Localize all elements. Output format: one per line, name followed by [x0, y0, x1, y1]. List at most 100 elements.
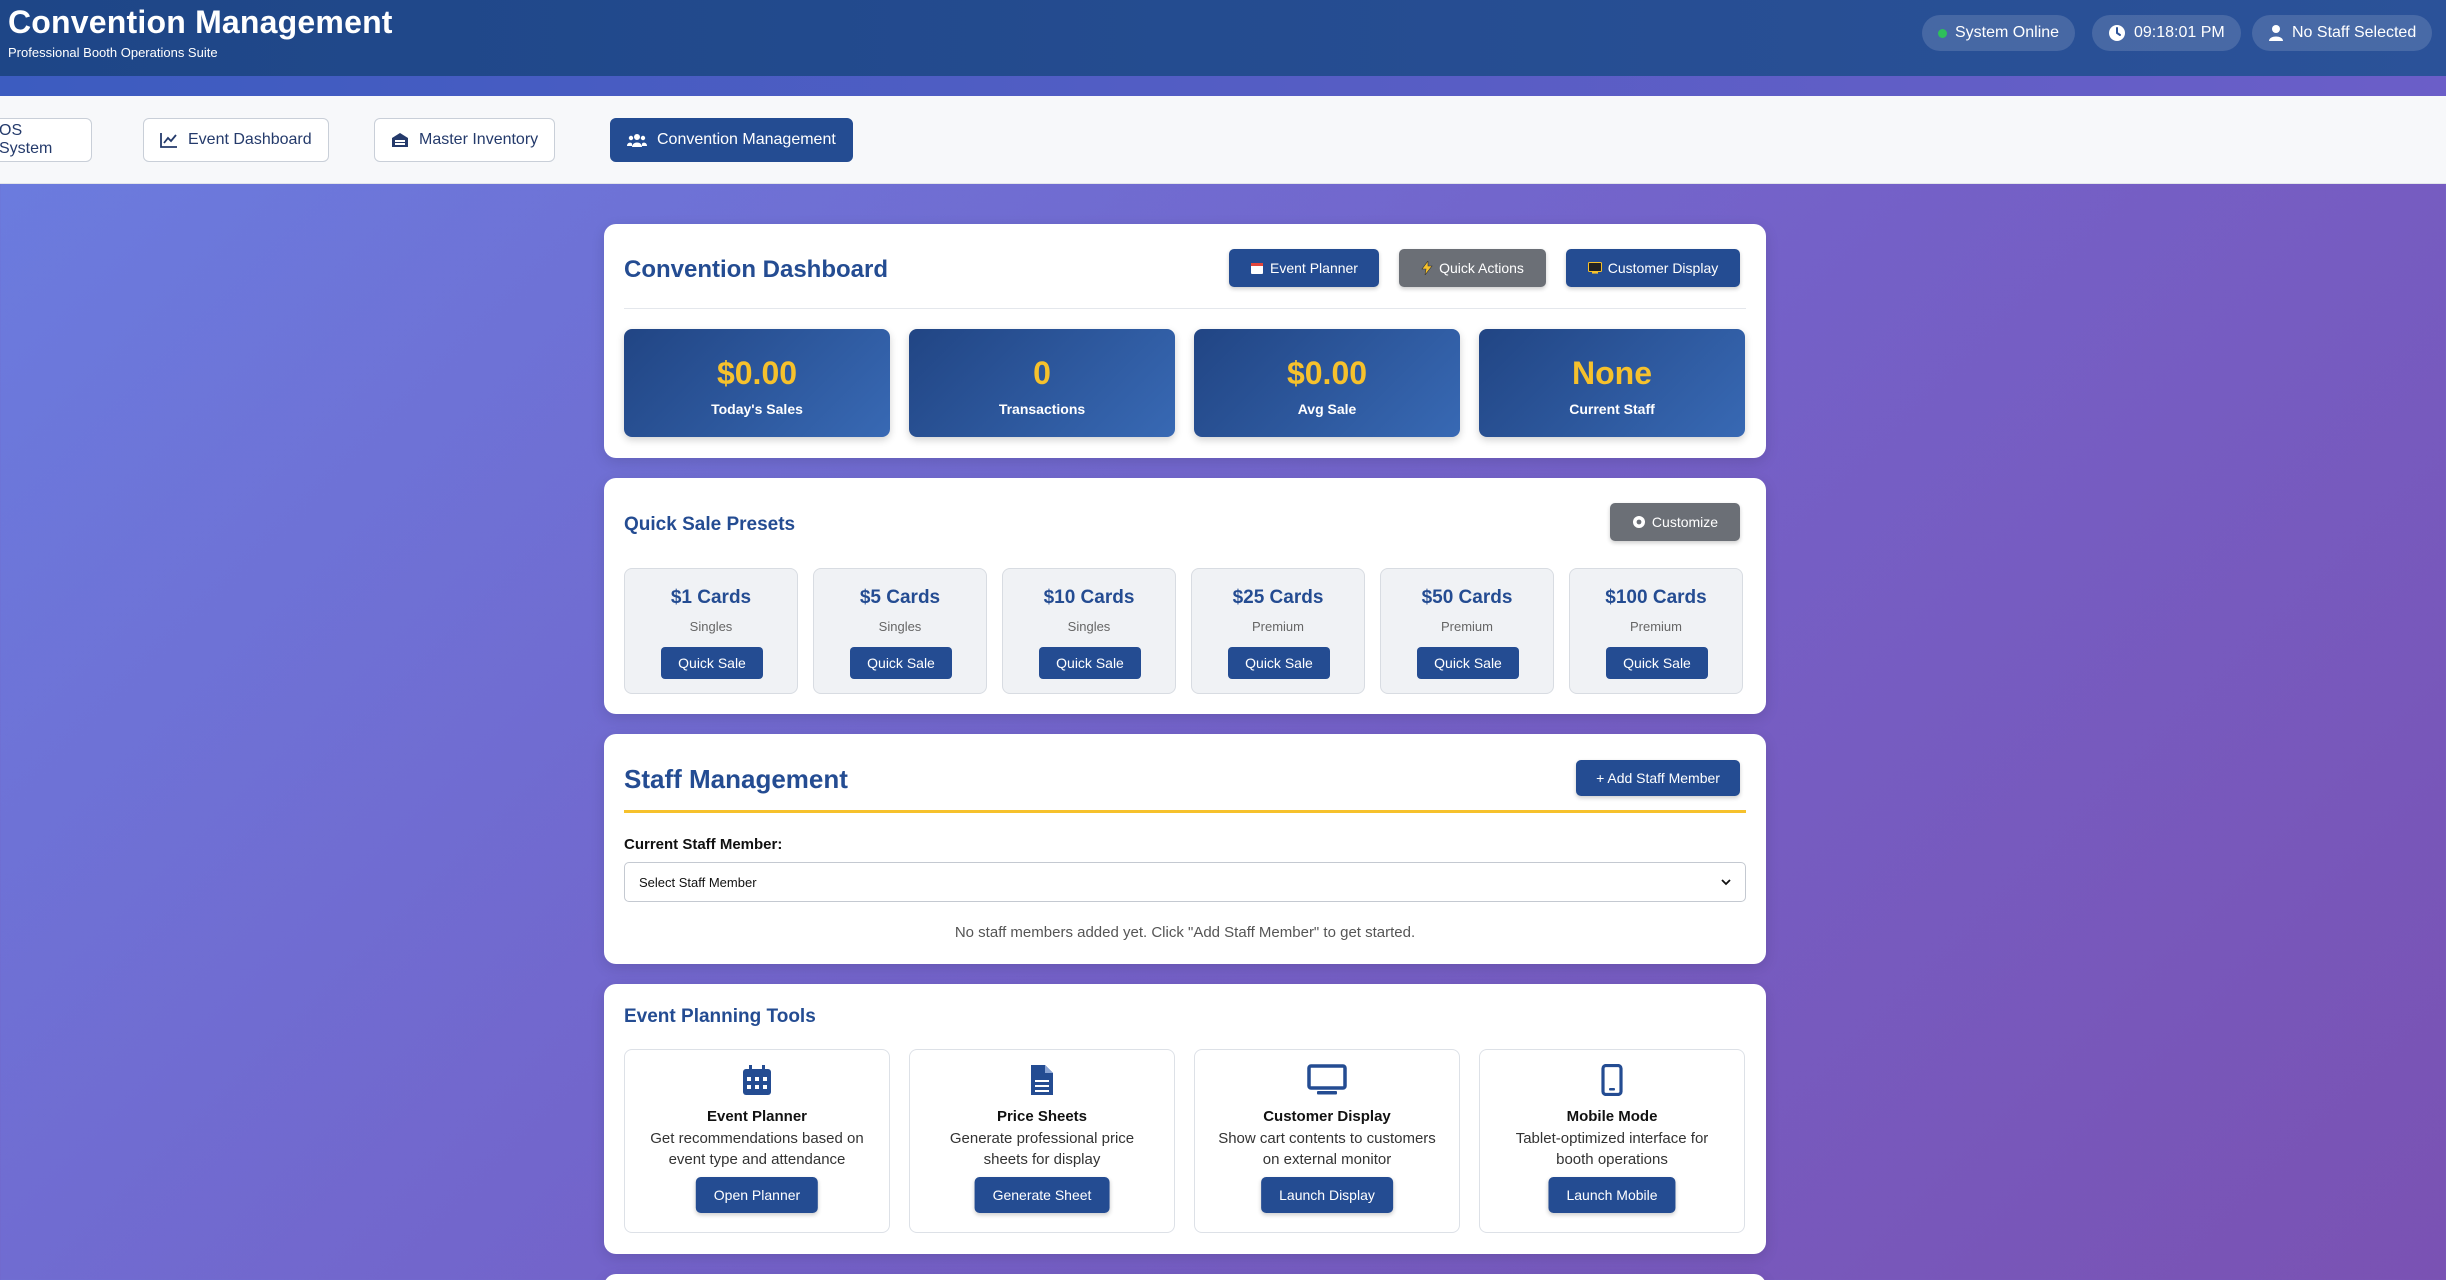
nav-convention-management-label: Convention Management — [657, 131, 836, 148]
mobile-icon — [1601, 1064, 1623, 1096]
customer-display-button-label: Customer Display — [1607, 260, 1719, 276]
stat-value: None — [1572, 355, 1652, 391]
event-planner-button-label: Event Planner — [1270, 260, 1358, 276]
preset-name: $10 Cards — [1043, 587, 1135, 608]
staff-title-underline — [624, 810, 1746, 813]
quick-actions-button[interactable]: Quick Actions — [1399, 249, 1546, 287]
users-icon — [627, 134, 647, 147]
staff-select[interactable]: Select Staff Member — [624, 862, 1746, 902]
tool-card-price-sheets: Price Sheets Generate professional price… — [909, 1049, 1175, 1233]
launch-display-button[interactable]: Launch Display — [1261, 1177, 1393, 1213]
staff-select-value: Select Staff Member — [639, 874, 757, 890]
dashboard-title: Convention Dashboard — [624, 256, 889, 283]
next-section-card — [604, 1274, 1766, 1280]
preset-card: $5 Cards Singles Quick Sale — [813, 568, 987, 694]
quick-sale-button[interactable]: Quick Sale — [850, 647, 952, 679]
header-accent-strip — [0, 76, 2446, 96]
event-planning-tools-card: Event Planning Tools Event Planner Get r… — [604, 984, 1766, 1254]
tool-description-line: Tablet-optimized interface for — [1515, 1130, 1709, 1147]
nav-master-inventory[interactable]: Master Inventory — [374, 118, 556, 162]
preset-card: $50 Cards Premium Quick Sale — [1380, 568, 1554, 694]
preset-name: $50 Cards — [1421, 587, 1513, 608]
preset-category: Singles — [1067, 619, 1111, 634]
stat-todays-sales: $0.00 Today's Sales — [624, 329, 890, 437]
nav-event-dashboard[interactable]: Event Dashboard — [143, 118, 329, 162]
tool-name: Mobile Mode — [1566, 1108, 1658, 1125]
add-staff-button[interactable]: + Add Staff Member — [1576, 760, 1740, 796]
quick-sale-button[interactable]: Quick Sale — [1417, 647, 1519, 679]
tool-icon-wrap — [910, 1064, 1174, 1096]
staff-badge: No Staff Selected — [2252, 15, 2433, 51]
nav-os-system[interactable]: OS System — [0, 118, 92, 162]
convention-dashboard-card: Convention Dashboard Event Planner Quick… — [604, 224, 1766, 458]
tool-icon-wrap — [1480, 1064, 1744, 1096]
tool-description-line: event type and attendance — [668, 1151, 846, 1168]
system-status-text: System Online — [1955, 24, 2060, 41]
tool-name: Event Planner — [706, 1108, 808, 1125]
tool-description: Tablet-optimized interface for booth ope… — [1494, 1128, 1730, 1170]
preset-category: Singles — [878, 619, 922, 634]
event-planner-button[interactable]: Event Planner — [1229, 249, 1379, 287]
tool-name: Price Sheets — [996, 1108, 1088, 1125]
app-title: Convention Management — [8, 4, 393, 40]
tool-description-line: Generate professional price — [949, 1130, 1135, 1147]
customize-button[interactable]: Customize — [1610, 503, 1740, 541]
quick-sale-button[interactable]: Quick Sale — [661, 647, 763, 679]
tool-description-line: on external monitor — [1262, 1151, 1392, 1168]
tv-icon — [1587, 262, 1602, 274]
staff-badge-text: No Staff Selected — [2292, 24, 2417, 41]
staff-management-card: Staff Management + Add Staff Member Curr… — [604, 734, 1766, 964]
quick-sale-button[interactable]: Quick Sale — [1039, 647, 1141, 679]
clock-text: 09:18:01 PM — [2134, 24, 2225, 41]
tool-description: Show cart contents to customers on exter… — [1209, 1128, 1445, 1170]
quick-sale-button[interactable]: Quick Sale — [1606, 647, 1708, 679]
customize-button-label: Customize — [1651, 514, 1719, 530]
app-subtitle: Professional Booth Operations Suite — [8, 45, 218, 60]
main-nav: OS System Event Dashboard Master Invento… — [0, 96, 2446, 184]
nav-master-inventory-label: Master Inventory — [419, 131, 539, 148]
online-indicator-icon — [1938, 28, 1947, 38]
open-planner-button[interactable]: Open Planner — [695, 1177, 819, 1213]
preset-name: $25 Cards — [1232, 587, 1324, 608]
stat-value: 0 — [1033, 355, 1051, 391]
stat-label: Today's Sales — [711, 401, 803, 417]
chart-line-icon — [160, 133, 177, 148]
dashboard-divider — [624, 308, 1746, 309]
quick-sale-button[interactable]: Quick Sale — [1228, 647, 1330, 679]
stat-value: $0.00 — [716, 355, 798, 391]
tools-title: Event Planning Tools — [624, 1006, 816, 1027]
preset-category: Premium — [1629, 619, 1682, 634]
generate-sheet-button[interactable]: Generate Sheet — [974, 1177, 1110, 1213]
warehouse-icon — [392, 133, 408, 147]
tool-description-line: Get recommendations based on — [650, 1130, 864, 1147]
calendar-icon — [743, 1065, 771, 1095]
tool-description-line: Show cart contents to customers — [1218, 1130, 1436, 1147]
calendar-icon — [1251, 263, 1264, 274]
stat-label: Current Staff — [1569, 401, 1655, 417]
preset-category: Premium — [1251, 619, 1304, 634]
customer-display-button[interactable]: Customer Display — [1566, 249, 1740, 287]
clock-icon — [2109, 25, 2125, 41]
quick-sale-presets-card: Quick Sale Presets Customize $1 Cards Si… — [604, 478, 1766, 714]
stat-value: $0.00 — [1286, 355, 1368, 391]
preset-name: $1 Cards — [670, 587, 752, 608]
stat-label: Transactions — [998, 401, 1086, 417]
preset-name: $5 Cards — [859, 587, 941, 608]
system-status-badge: System Online — [1922, 15, 2076, 51]
tool-description: Get recommendations based on event type … — [639, 1128, 875, 1170]
preset-card: $100 Cards Premium Quick Sale — [1569, 568, 1743, 694]
stat-current-staff: None Current Staff — [1479, 329, 1745, 437]
gear-icon — [1632, 516, 1645, 528]
launch-mobile-button[interactable]: Launch Mobile — [1548, 1177, 1676, 1213]
nav-convention-management[interactable]: Convention Management — [610, 118, 853, 162]
staff-title: Staff Management — [624, 764, 848, 794]
tool-icon-wrap — [625, 1064, 889, 1096]
document-icon — [1031, 1065, 1053, 1095]
preset-name: $100 Cards — [1605, 587, 1707, 608]
stat-label: Avg Sale — [1297, 401, 1357, 417]
add-staff-button-label: + Add Staff Member — [1596, 770, 1720, 786]
preset-card: $1 Cards Singles Quick Sale — [624, 568, 798, 694]
tool-icon-wrap — [1195, 1064, 1459, 1096]
clock-badge: 09:18:01 PM — [2092, 15, 2241, 51]
presets-title: Quick Sale Presets — [624, 514, 796, 535]
